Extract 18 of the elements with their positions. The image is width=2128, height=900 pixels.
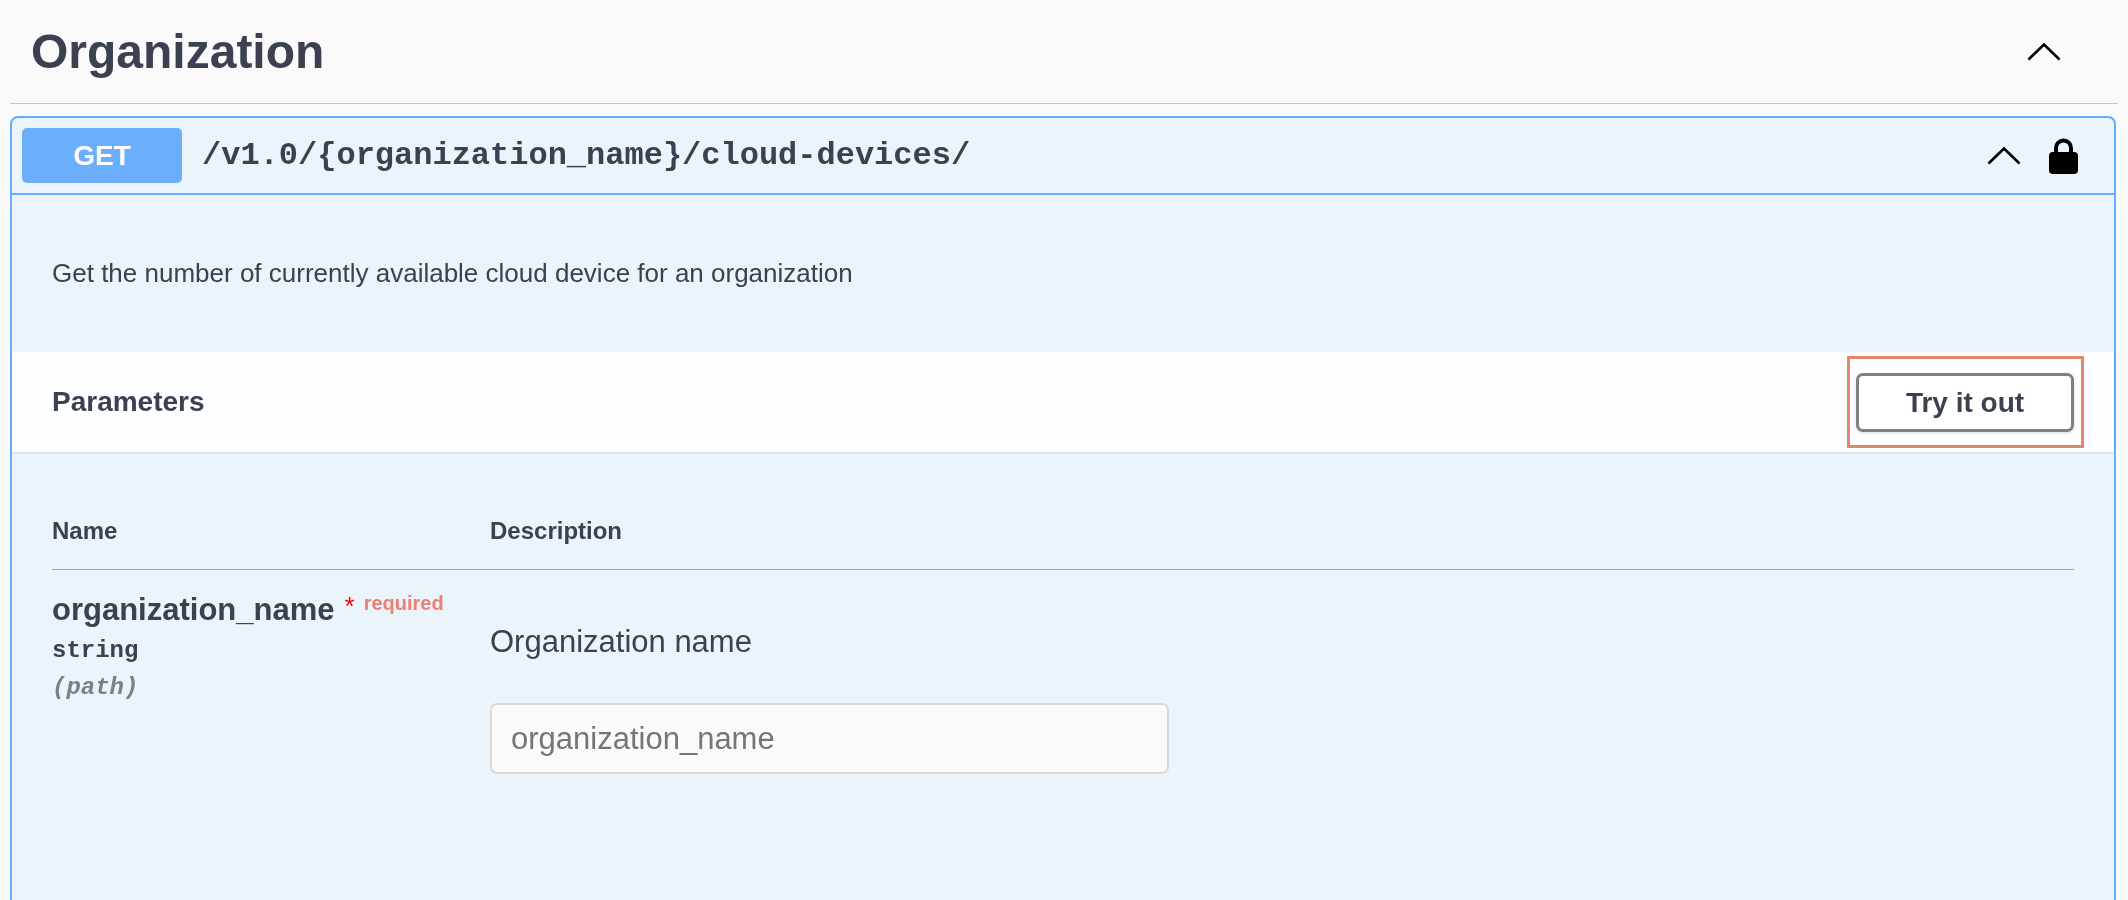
required-label: required [363, 591, 444, 615]
parameter-name: organization_name [52, 591, 335, 628]
parameters-heading: Parameters [52, 385, 205, 419]
column-header: Description [490, 516, 623, 545]
section-title: Organization [31, 23, 325, 80]
input-field[interactable]: organization_name [490, 703, 1169, 774]
operation-description: Get the number of currently available cloud device for an organization [52, 257, 853, 290]
endpoint-path[interactable]: /v1.0/{organization_name}/cloud-devices/ [202, 131, 971, 180]
parameter-description: Organization name [490, 623, 752, 660]
parameter-type: string [52, 636, 139, 666]
method-badge: GET [22, 128, 182, 183]
column-header: Name [52, 516, 118, 545]
chevron-up-icon[interactable] [2027, 42, 2061, 61]
required-asterisk: * [344, 591, 355, 622]
parameter-location: (path) [52, 673, 139, 703]
lock-icon[interactable] [2049, 137, 2078, 174]
try-it-out-button[interactable]: Try it out [1856, 373, 2074, 432]
chevron-up-icon[interactable] [1987, 146, 2021, 165]
